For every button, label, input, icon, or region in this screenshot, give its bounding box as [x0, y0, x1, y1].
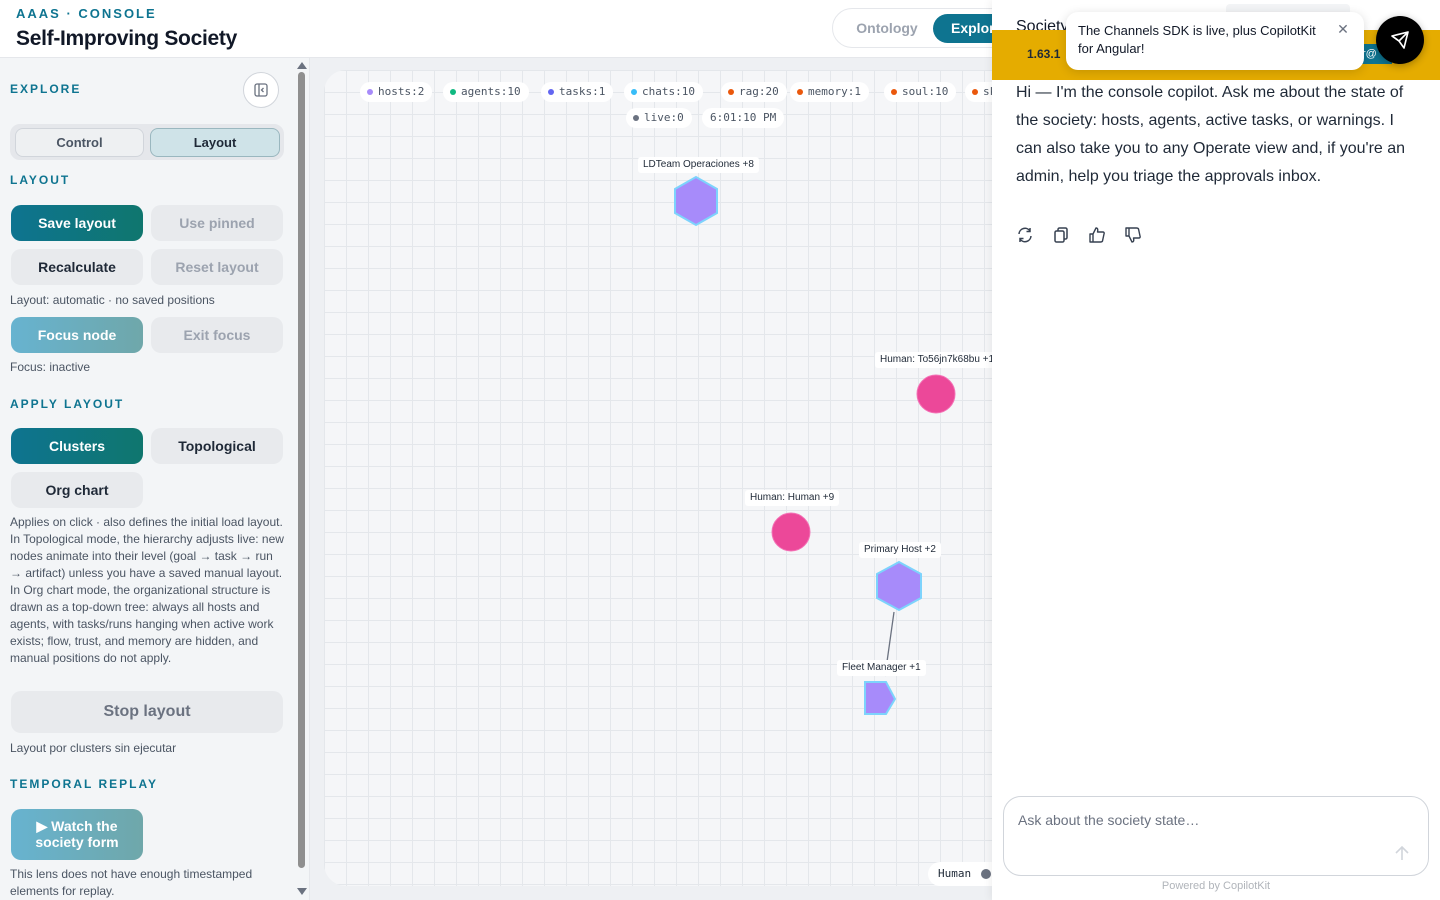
- org-chart-button[interactable]: Org chart: [11, 472, 143, 508]
- reset-layout-button[interactable]: Reset layout: [151, 249, 283, 285]
- node-human-1[interactable]: [916, 374, 956, 414]
- node-label-fleet-manager: Fleet Manager +1: [837, 660, 926, 676]
- tab-ontology[interactable]: Ontology: [841, 14, 933, 43]
- watch-label-line2: society form: [35, 834, 119, 850]
- node-fleet-manager[interactable]: [864, 681, 897, 715]
- stop-layout-button[interactable]: Stop layout: [11, 691, 283, 733]
- layout-status: Layout: automatic · no saved positions: [10, 293, 215, 307]
- thumbs-up-icon[interactable]: [1088, 226, 1106, 244]
- scroll-thumb[interactable]: [298, 72, 305, 868]
- layout-heading: LAYOUT: [10, 173, 71, 187]
- focus-status: Focus: inactive: [10, 360, 91, 374]
- brand-kicker: AAAS · CONSOLE: [16, 6, 157, 21]
- legend-human-swatch: [981, 869, 991, 879]
- graph-svg: [674, 175, 956, 715]
- watch-label-line1: ▶ Watch the: [36, 818, 118, 834]
- sidebar-content: EXPLORE Control Layout LAYOUT Save layou…: [0, 58, 296, 900]
- legend-human-label: Human: [938, 867, 972, 880]
- recalculate-button[interactable]: Recalculate: [11, 249, 143, 285]
- chat-input[interactable]: Ask about the society state…: [1003, 796, 1429, 876]
- close-icon[interactable]: ✕: [1336, 22, 1350, 36]
- save-layout-button[interactable]: Save layout: [11, 205, 143, 241]
- graph-area: hosts:2 agents:10 tasks:1 chats:10 rag:20 mem…: [310, 58, 1024, 900]
- mode-segmented-control: Control Layout: [10, 124, 284, 160]
- assistant-message: Hi — I'm the console copilot. Ask me abo…: [1016, 84, 1406, 185]
- apply-layout-heading: APPLY LAYOUT: [10, 397, 125, 411]
- exit-focus-button[interactable]: Exit focus: [151, 317, 283, 353]
- regenerate-icon[interactable]: [1016, 226, 1034, 244]
- graph-canvas[interactable]: hosts:2 agents:10 tasks:1 chats:10 rag:20 mem…: [324, 70, 1024, 886]
- copy-icon[interactable]: [1052, 226, 1070, 244]
- version-label: 1.63.1: [1027, 47, 1061, 61]
- node-team-hexagon[interactable]: [674, 175, 718, 227]
- copilot-panel: Society 1.63.1 r@ The Channels SDK is li…: [992, 0, 1440, 900]
- announcement-toast: The Channels SDK is live, plus CopilotKi…: [1066, 12, 1364, 70]
- topological-button[interactable]: Topological: [151, 428, 283, 464]
- toast-text: The Channels SDK is live, plus CopilotKi…: [1078, 23, 1316, 56]
- node-primary-host[interactable]: [876, 560, 922, 612]
- node-label-team: LDTeam Operaciones +8: [638, 157, 759, 173]
- watch-society-form-button[interactable]: ▶ Watch the society form: [11, 809, 143, 860]
- sidebar: EXPLORE Control Layout LAYOUT Save layou…: [0, 58, 310, 900]
- node-label-human-2: Human: Human +9: [745, 490, 840, 506]
- apply-layout-note: Applies on click · also defines the init…: [10, 515, 284, 665]
- scroll-down-icon[interactable]: [297, 888, 307, 895]
- stop-layout-status: Layout por clusters sin ejecutar: [10, 741, 177, 755]
- sidebar-collapse-icon: [254, 83, 268, 97]
- thumbs-down-icon[interactable]: [1124, 226, 1142, 244]
- tab-control[interactable]: Control: [15, 128, 144, 157]
- replay-note: This lens does not have enough timestamp…: [10, 867, 253, 898]
- copilot-launcher-button[interactable]: [1376, 16, 1424, 64]
- node-label-primary-host: Primary Host +2: [859, 542, 941, 558]
- send-arrow-icon[interactable]: [1392, 843, 1412, 863]
- explore-heading: EXPLORE: [10, 82, 82, 96]
- node-human-2[interactable]: [771, 512, 811, 552]
- sidebar-scrollbar[interactable]: [296, 58, 310, 900]
- collapse-sidebar-button[interactable]: [243, 72, 279, 108]
- focus-node-button[interactable]: Focus node: [11, 317, 143, 353]
- powered-by-label: Powered by CopilotKit: [1161, 880, 1271, 892]
- use-pinned-button[interactable]: Use pinned: [151, 205, 283, 241]
- chat-input-placeholder: Ask about the society state…: [1018, 812, 1200, 828]
- scroll-up-icon[interactable]: [297, 62, 307, 69]
- tab-layout[interactable]: Layout: [150, 128, 280, 157]
- clusters-button[interactable]: Clusters: [11, 428, 143, 464]
- node-label-human-1: Human: To56jn7k68bu +1: [875, 352, 1000, 368]
- copilotkit-logo-icon: [1391, 31, 1409, 49]
- temporal-replay-heading: TEMPORAL REPLAY: [10, 777, 159, 791]
- page-title: Self-Improving Society: [16, 27, 237, 50]
